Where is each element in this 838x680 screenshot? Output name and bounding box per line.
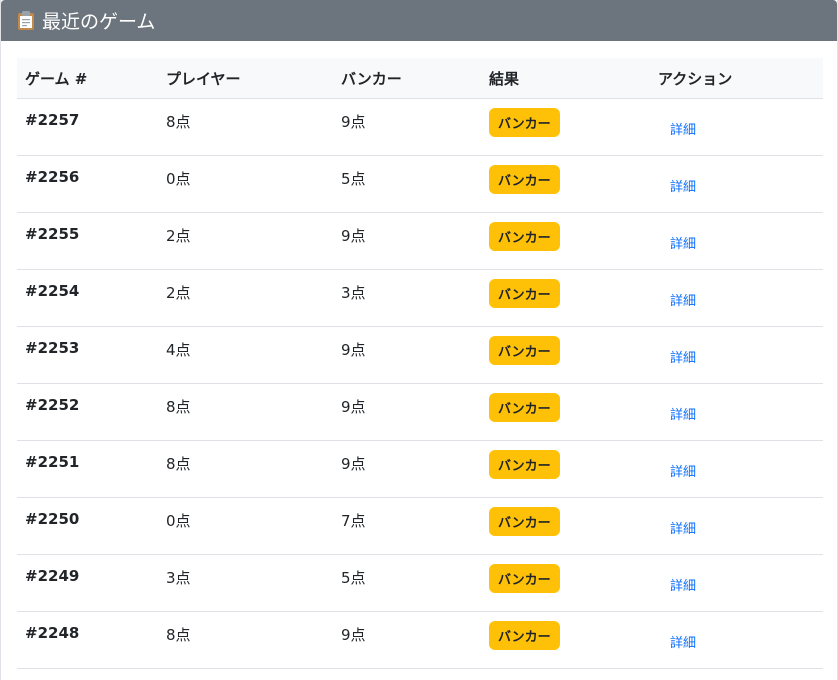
detail-link[interactable]: 詳細 xyxy=(670,119,696,138)
table-row: #2252 8点 9点 バンカー 詳細 xyxy=(17,383,823,441)
table-row: #2248 8点 9点 バンカー 詳細 xyxy=(17,611,823,669)
result-cell: バンカー xyxy=(481,269,650,327)
detail-link[interactable]: 詳細 xyxy=(670,290,696,309)
banker-score: 9点 xyxy=(333,98,481,156)
result-cell: バンカー xyxy=(481,326,650,384)
game-id: #2255 xyxy=(17,212,158,270)
result-cell: バンカー xyxy=(481,383,650,441)
table-row: #2255 2点 9点 バンカー 詳細 xyxy=(17,212,823,270)
detail-link[interactable]: 詳細 xyxy=(670,404,696,423)
action-cell: 詳細 xyxy=(650,212,823,270)
action-cell: 詳細 xyxy=(650,269,823,327)
column-header-result: 結果 xyxy=(481,58,650,99)
column-header-player: プレイヤー xyxy=(158,58,333,99)
banker-score: 9点 xyxy=(333,383,481,441)
recent-games-card: 最近のゲーム ゲーム # プレイヤー バンカー 結果 アクション #2257 8… xyxy=(0,0,838,680)
column-header-game: ゲーム # xyxy=(17,58,158,99)
game-id: #2253 xyxy=(17,326,158,384)
page-title: 最近のゲーム xyxy=(42,11,156,33)
table-row: #2251 8点 9点 バンカー 詳細 xyxy=(17,440,823,498)
table-row: #2253 4点 9点 バンカー 詳細 xyxy=(17,326,823,384)
result-badge: バンカー xyxy=(489,393,560,422)
player-score: 8点 xyxy=(158,383,333,441)
banker-score: 5点 xyxy=(333,554,481,612)
table-body: #2257 8点 9点 バンカー 詳細 #2256 0点 5点 バンカー 詳細 … xyxy=(17,98,823,669)
result-cell: バンカー xyxy=(481,554,650,612)
result-cell: バンカー xyxy=(481,155,650,213)
action-cell: 詳細 xyxy=(650,440,823,498)
game-id: #2249 xyxy=(17,554,158,612)
action-cell: 詳細 xyxy=(650,611,823,669)
detail-link[interactable]: 詳細 xyxy=(670,461,696,480)
table-header: ゲーム # プレイヤー バンカー 結果 アクション xyxy=(17,58,823,99)
result-badge: バンカー xyxy=(489,621,560,650)
table-row: #2256 0点 5点 バンカー 詳細 xyxy=(17,155,823,213)
column-header-banker: バンカー xyxy=(333,58,481,99)
result-cell: バンカー xyxy=(481,212,650,270)
banker-score: 9点 xyxy=(333,611,481,669)
card-body: ゲーム # プレイヤー バンカー 結果 アクション #2257 8点 9点 バン… xyxy=(1,41,837,669)
game-id: #2248 xyxy=(17,611,158,669)
result-cell: バンカー xyxy=(481,440,650,498)
result-badge: バンカー xyxy=(489,165,560,194)
player-score: 2点 xyxy=(158,269,333,327)
table-header-row: ゲーム # プレイヤー バンカー 結果 アクション xyxy=(17,58,823,99)
result-badge: バンカー xyxy=(489,222,560,251)
game-id: #2251 xyxy=(17,440,158,498)
detail-link[interactable]: 詳細 xyxy=(670,632,696,651)
player-score: 8点 xyxy=(158,440,333,498)
table-row: #2257 8点 9点 バンカー 詳細 xyxy=(17,98,823,156)
banker-score: 9点 xyxy=(333,212,481,270)
player-score: 2点 xyxy=(158,212,333,270)
game-id: #2257 xyxy=(17,98,158,156)
action-cell: 詳細 xyxy=(650,554,823,612)
action-cell: 詳細 xyxy=(650,98,823,156)
detail-link[interactable]: 詳細 xyxy=(670,518,696,537)
result-badge: バンカー xyxy=(489,564,560,593)
banker-score: 3点 xyxy=(333,269,481,327)
result-cell: バンカー xyxy=(481,98,650,156)
detail-link[interactable]: 詳細 xyxy=(670,347,696,366)
result-cell: バンカー xyxy=(481,497,650,555)
result-badge: バンカー xyxy=(489,336,560,365)
banker-score: 9点 xyxy=(333,440,481,498)
clipboard-icon xyxy=(17,10,35,31)
table-row: #2249 3点 5点 バンカー 詳細 xyxy=(17,554,823,612)
action-cell: 詳細 xyxy=(650,497,823,555)
column-header-action: アクション xyxy=(650,58,823,99)
result-badge: バンカー xyxy=(489,279,560,308)
result-badge: バンカー xyxy=(489,450,560,479)
result-cell: バンカー xyxy=(481,611,650,669)
player-score: 0点 xyxy=(158,497,333,555)
result-badge: バンカー xyxy=(489,108,560,137)
banker-score: 5点 xyxy=(333,155,481,213)
action-cell: 詳細 xyxy=(650,155,823,213)
player-score: 0点 xyxy=(158,155,333,213)
detail-link[interactable]: 詳細 xyxy=(670,176,696,195)
game-id: #2256 xyxy=(17,155,158,213)
game-id: #2254 xyxy=(17,269,158,327)
table-row: #2250 0点 7点 バンカー 詳細 xyxy=(17,497,823,555)
card-header: 最近のゲーム xyxy=(1,0,837,41)
player-score: 3点 xyxy=(158,554,333,612)
banker-score: 9点 xyxy=(333,326,481,384)
game-id: #2250 xyxy=(17,497,158,555)
player-score: 4点 xyxy=(158,326,333,384)
banker-score: 7点 xyxy=(333,497,481,555)
table-row: #2254 2点 3点 バンカー 詳細 xyxy=(17,269,823,327)
player-score: 8点 xyxy=(158,98,333,156)
detail-link[interactable]: 詳細 xyxy=(670,575,696,594)
action-cell: 詳細 xyxy=(650,326,823,384)
games-table: ゲーム # プレイヤー バンカー 結果 アクション #2257 8点 9点 バン… xyxy=(17,58,823,669)
game-id: #2252 xyxy=(17,383,158,441)
detail-link[interactable]: 詳細 xyxy=(670,233,696,252)
player-score: 8点 xyxy=(158,611,333,669)
result-badge: バンカー xyxy=(489,507,560,536)
action-cell: 詳細 xyxy=(650,383,823,441)
